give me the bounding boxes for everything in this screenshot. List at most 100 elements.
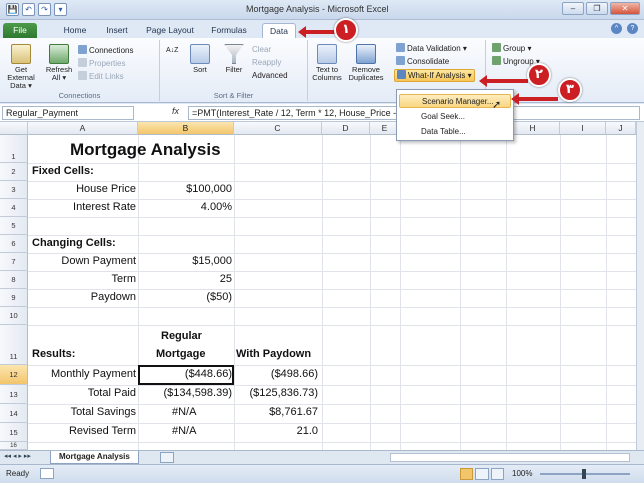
normal-view-icon[interactable] [460, 468, 474, 480]
redo-icon[interactable]: ↷ [38, 3, 51, 16]
row-header-8[interactable]: 8 [0, 271, 28, 289]
select-all-corner[interactable] [0, 122, 28, 135]
save-icon[interactable]: 💾 [6, 3, 19, 16]
total-paid-paydown[interactable]: ($125,836.73) [250, 387, 319, 399]
row-header-2[interactable]: 2 [0, 163, 28, 181]
grid-line [28, 217, 636, 218]
worksheet-grid[interactable]: A B C D E F G H I J 1 2 3 4 5 6 7 8 9 10… [0, 122, 636, 450]
title-bar: 💾 ↶ ↷ ▾ Mortgage Analysis - Microsoft Ex… [0, 0, 644, 20]
maximize-button[interactable]: ❐ [586, 2, 608, 15]
close-button[interactable]: ✕ [610, 2, 640, 15]
consolidate-icon [396, 56, 405, 65]
properties-button[interactable]: Properties [78, 58, 125, 69]
consolidate-button[interactable]: Consolidate [396, 56, 449, 67]
row-header-10[interactable]: 10 [0, 307, 28, 325]
callout-marker-3: ٣ [558, 78, 582, 102]
grid-line [28, 163, 636, 164]
qat-dropdown-icon[interactable]: ▾ [54, 3, 67, 16]
reapply-button[interactable]: Reapply [252, 58, 281, 68]
sheet-tab-mortgage-analysis[interactable]: Mortgage Analysis [50, 451, 139, 464]
page-break-view-icon[interactable] [490, 468, 504, 480]
column-header-j[interactable]: J [606, 122, 636, 135]
menu-item-data-table[interactable]: Data Table... [399, 125, 511, 139]
column-header-c[interactable]: C [234, 122, 322, 135]
down-payment-value[interactable]: $15,000 [192, 255, 232, 267]
row-header-13[interactable]: 13 [0, 385, 28, 404]
insert-sheet-icon[interactable] [160, 452, 174, 463]
edit-links-button[interactable]: Edit Links [78, 71, 124, 82]
what-if-analysis-button[interactable]: What-If Analysis ▾ [394, 69, 475, 82]
grid-line [28, 235, 636, 236]
column-header-b[interactable]: B [138, 122, 234, 135]
revised-term-regular[interactable]: #N/A [172, 425, 196, 437]
tab-home[interactable]: Home [58, 23, 92, 38]
refresh-all-button[interactable]: Refresh All ▾ [44, 44, 74, 82]
interest-rate-value[interactable]: 4.00% [201, 201, 232, 213]
properties-icon [78, 58, 87, 67]
macro-record-icon[interactable] [40, 468, 54, 479]
insert-function-icon[interactable]: fx [172, 106, 179, 116]
advanced-button[interactable]: Advanced [252, 71, 288, 81]
row-header-16[interactable]: 16 [0, 442, 28, 450]
row-header-3[interactable]: 3 [0, 181, 28, 199]
row-header-4[interactable]: 4 [0, 199, 28, 217]
connections-button[interactable]: Connections [78, 45, 133, 56]
data-validation-button[interactable]: Data Validation ▾ [396, 43, 467, 54]
vertical-scrollbar[interactable] [636, 122, 644, 450]
row-header-9[interactable]: 9 [0, 289, 28, 307]
remove-duplicates-button[interactable]: Remove Duplicates [346, 44, 386, 82]
tab-page-layout[interactable]: Page Layout [142, 23, 198, 38]
house-price-value[interactable]: $100,000 [186, 183, 232, 195]
row-header-5[interactable]: 5 [0, 217, 28, 235]
row-header-11[interactable]: 11 [0, 325, 28, 365]
column-header-d[interactable]: D [322, 122, 370, 135]
text-to-columns-button[interactable]: Text to Columns [312, 44, 342, 82]
row-header-12[interactable]: 12 [0, 365, 28, 385]
minimize-ribbon-icon[interactable]: ^ [611, 23, 622, 34]
monthly-payment-paydown[interactable]: ($498.66) [271, 368, 318, 380]
term-value[interactable]: 25 [220, 273, 232, 285]
row-header-14[interactable]: 14 [0, 404, 28, 423]
minimize-button[interactable]: – [562, 2, 584, 15]
name-box[interactable]: Regular_Payment [2, 106, 134, 120]
total-savings-regular[interactable]: #N/A [172, 406, 196, 418]
monthly-payment-regular[interactable]: ($448.66) [185, 368, 232, 380]
horizontal-scrollbar[interactable] [390, 453, 630, 462]
term-label: Term [111, 273, 136, 285]
filter-button[interactable]: Filter [222, 44, 246, 74]
tab-formulas[interactable]: Formulas [208, 23, 250, 38]
row-header-15[interactable]: 15 [0, 423, 28, 442]
get-external-data-button[interactable]: Get External Data ▾ [2, 44, 40, 90]
row-header-7[interactable]: 7 [0, 253, 28, 271]
zoom-slider-thumb[interactable] [582, 469, 586, 479]
regular-header-line1: Regular [161, 330, 202, 342]
total-savings-paydown[interactable]: $8,761.67 [269, 406, 318, 418]
help-icon[interactable]: ? [627, 23, 638, 34]
connections-icon [78, 45, 87, 54]
house-price-label: House Price [76, 183, 136, 195]
menu-item-goal-seek[interactable]: Goal Seek... [399, 110, 511, 124]
monthly-payment-label: Monthly Payment [51, 368, 136, 380]
undo-icon[interactable]: ↶ [22, 3, 35, 16]
tab-file[interactable]: File [3, 23, 37, 38]
page-layout-view-icon[interactable] [475, 468, 489, 480]
column-header-h[interactable]: H [506, 122, 560, 135]
row-header-6[interactable]: 6 [0, 235, 28, 253]
revised-term-paydown[interactable]: 21.0 [297, 425, 318, 437]
tab-insert[interactable]: Insert [100, 23, 134, 38]
grid-line [28, 325, 636, 326]
total-paid-regular[interactable]: ($134,598.39) [164, 387, 233, 399]
sort-button[interactable]: Sort [188, 44, 212, 74]
sheet-nav-arrows[interactable]: ◂◂ ◂ ▸ ▸▸ [4, 452, 31, 460]
sort-az-button[interactable]: A↓Z [166, 46, 178, 56]
refresh-icon [49, 44, 69, 64]
tab-data[interactable]: Data [262, 23, 296, 38]
row-header-1[interactable]: 1 [0, 135, 28, 163]
what-if-icon [397, 70, 406, 79]
callout-arrow-3 [511, 93, 558, 105]
paydown-value[interactable]: ($50) [206, 291, 232, 303]
group-button[interactable]: Group ▾ [492, 43, 531, 54]
column-header-a[interactable]: A [28, 122, 138, 135]
clear-button[interactable]: Clear [252, 45, 271, 55]
column-header-i[interactable]: I [560, 122, 606, 135]
